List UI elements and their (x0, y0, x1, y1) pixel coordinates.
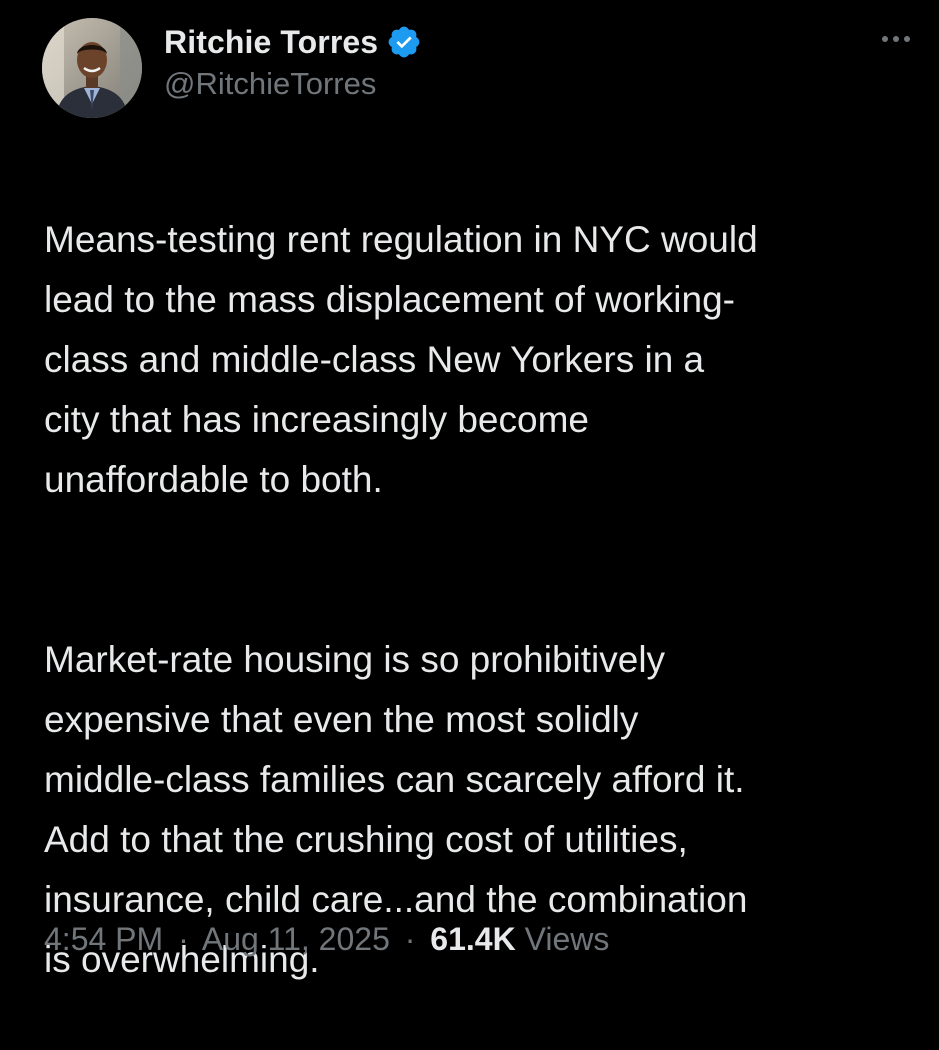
name-row: Ritchie Torres (164, 20, 422, 64)
author-handle[interactable]: @RitchieTorres (164, 64, 422, 104)
tweet: Ritchie Torres @RitchieTorres Means-test… (0, 0, 939, 1000)
author-info: Ritchie Torres @RitchieTorres (164, 20, 422, 104)
verified-badge-icon (386, 24, 422, 60)
author-name[interactable]: Ritchie Torres (164, 24, 378, 61)
views-label: Views (524, 921, 610, 957)
tweet-meta: 4:54 PM · Aug 11, 2025 · 61.4K Views (44, 912, 609, 966)
tweet-paragraph: Means-testing rent regulation in NYC wou… (44, 219, 758, 500)
views-count[interactable]: 61.4K (430, 921, 515, 957)
tweet-date[interactable]: Aug 11, 2025 (202, 921, 390, 957)
tweet-header: Ritchie Torres @RitchieTorres (42, 18, 910, 118)
more-horizontal-icon[interactable] (874, 24, 918, 54)
avatar-image (42, 18, 142, 118)
meta-separator: · (404, 921, 416, 957)
meta-separator: · (178, 921, 189, 957)
avatar[interactable] (42, 18, 142, 118)
tweet-time[interactable]: 4:54 PM (44, 921, 163, 957)
